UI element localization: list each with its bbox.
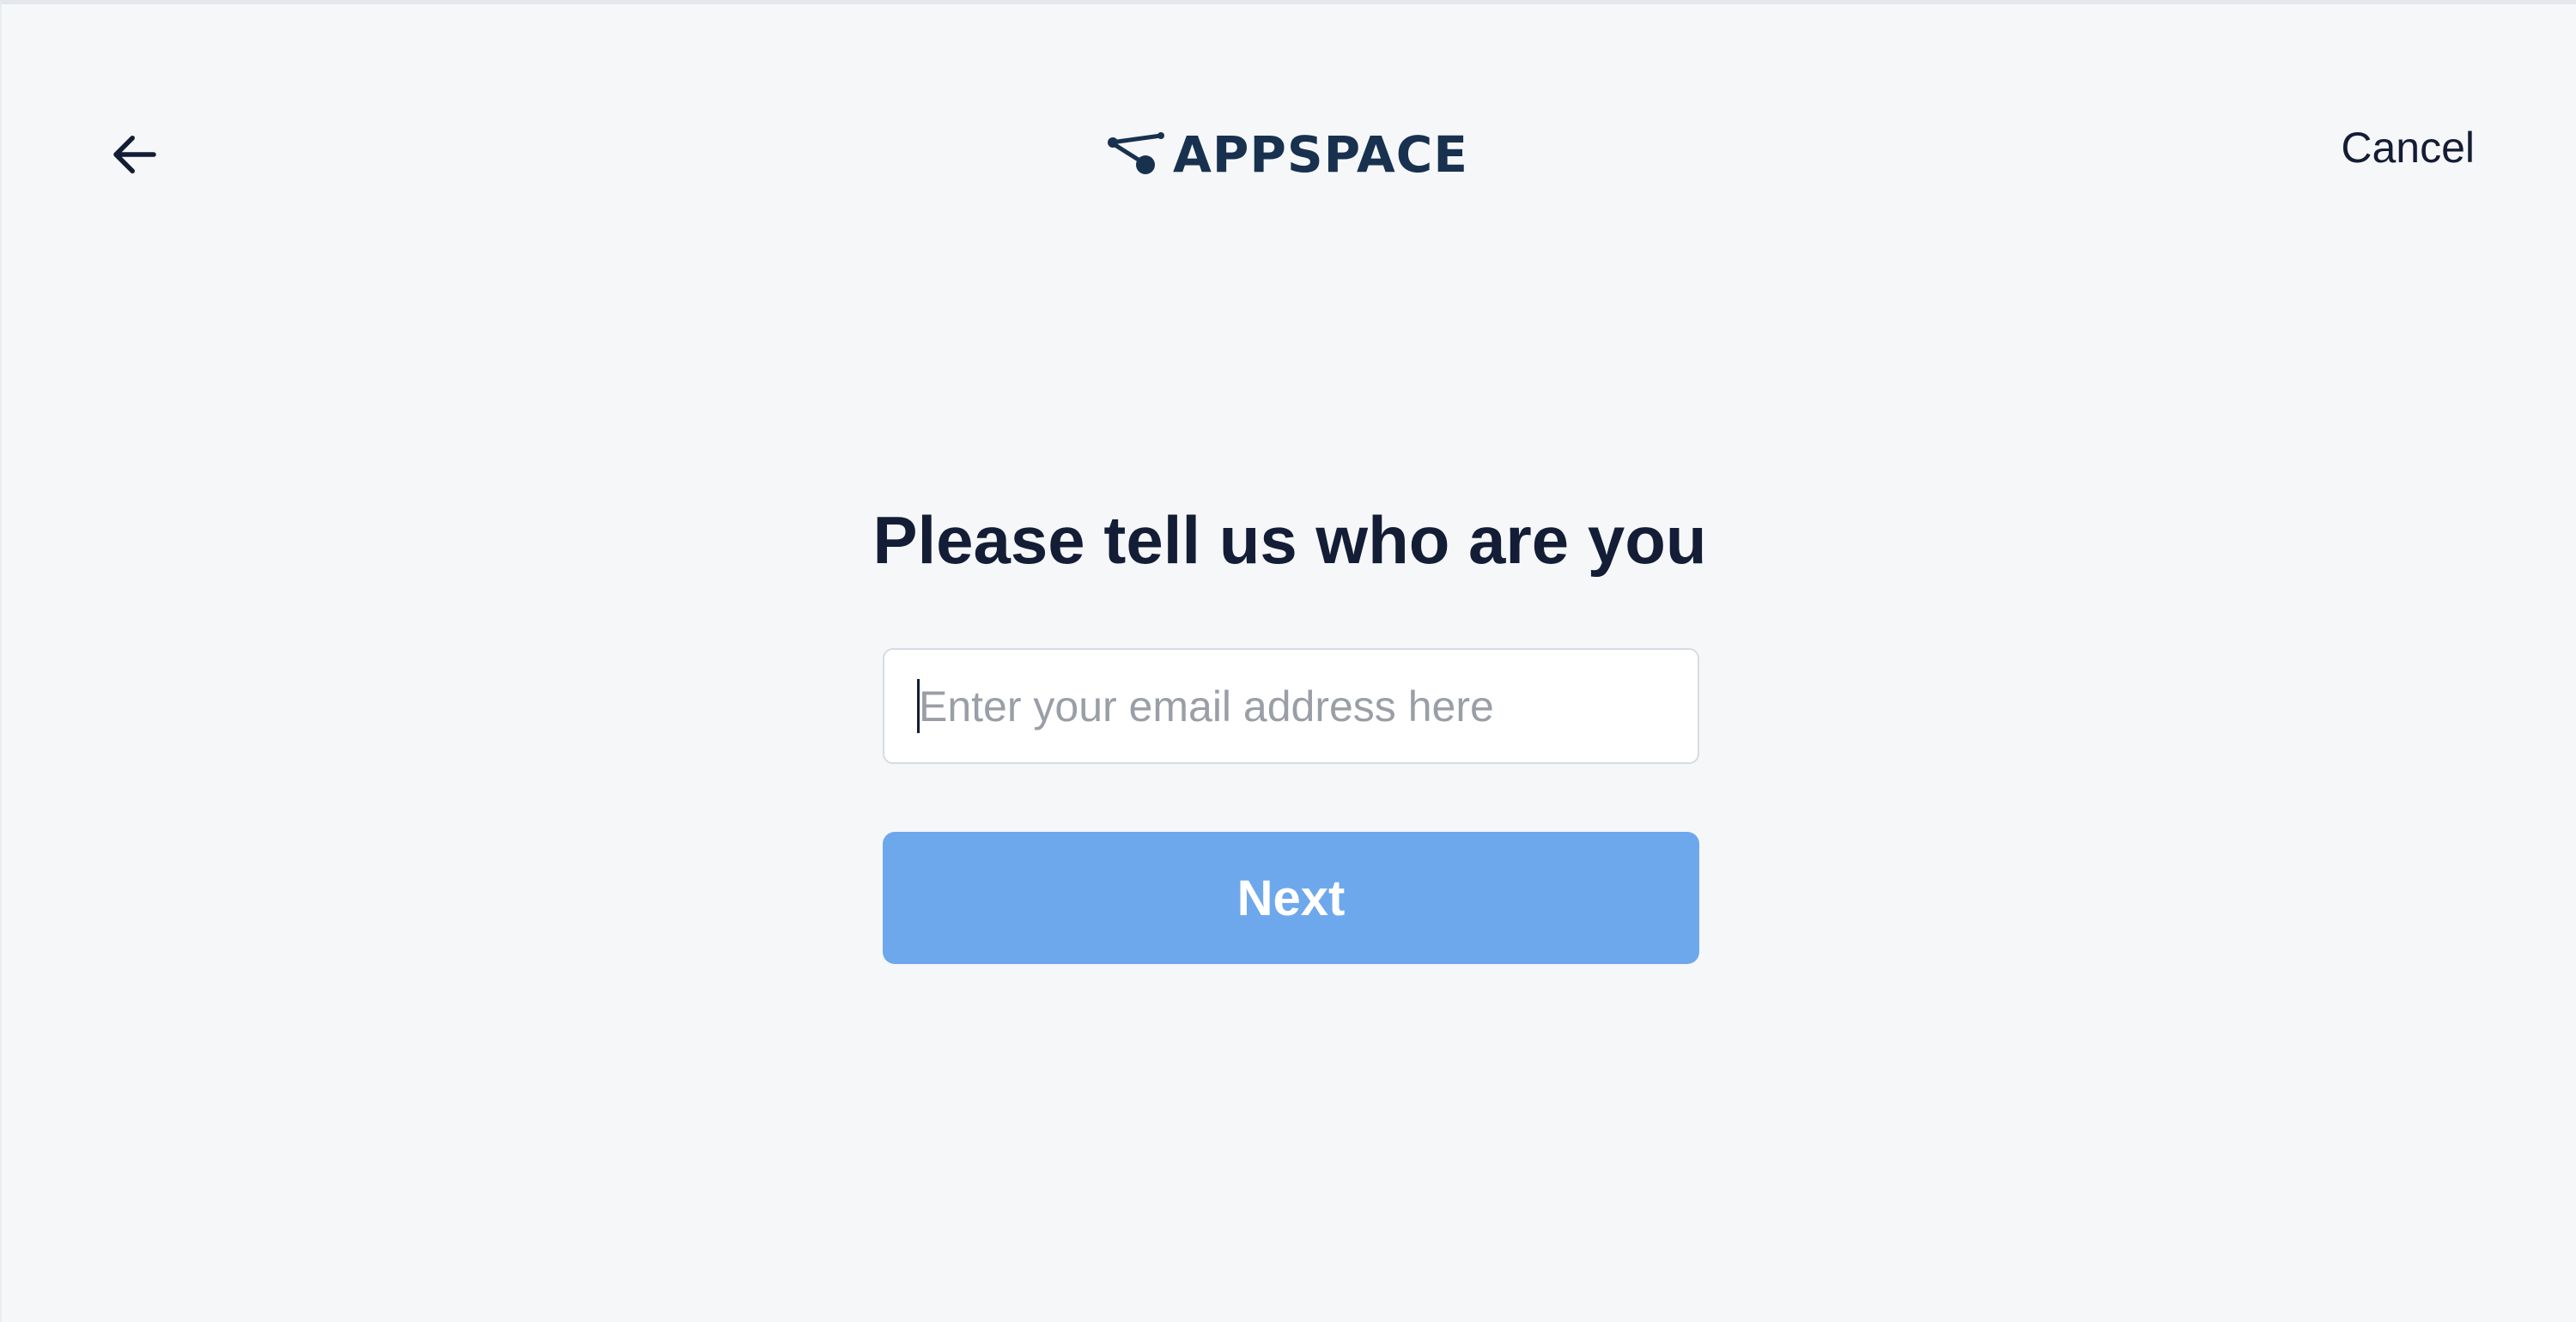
- logo-text: APPSPACE: [1173, 125, 1468, 184]
- back-button[interactable]: [96, 116, 173, 193]
- arrow-left-icon: [113, 136, 156, 173]
- next-button[interactable]: Next: [883, 832, 1699, 964]
- login-page: APPSPACE Cancel Please tell us who are y…: [0, 0, 2576, 1322]
- appspace-logo-icon: [1108, 132, 1170, 177]
- email-field[interactable]: [883, 648, 1699, 764]
- cancel-button[interactable]: Cancel: [2341, 126, 2475, 169]
- appspace-logo: APPSPACE: [1108, 124, 1468, 185]
- text-cursor: [917, 679, 920, 733]
- page-title: Please tell us who are you: [872, 502, 1707, 578]
